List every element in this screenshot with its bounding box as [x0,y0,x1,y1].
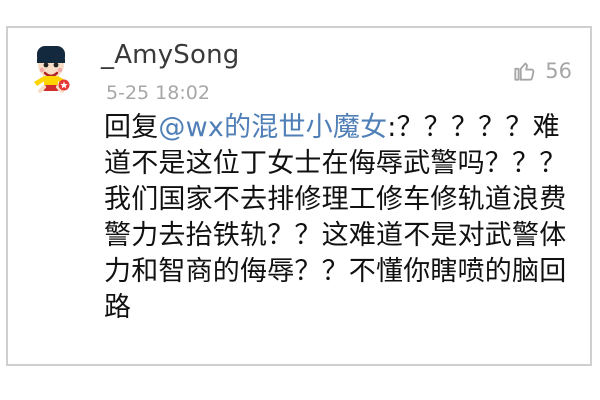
username[interactable]: _AmySong [101,40,240,70]
like-button[interactable]: 56 [511,56,572,86]
screenshot-page: _AmySong 5-25 18:02 56 回复@wx的混世小魔女:？？？？？… [0,0,600,400]
like-count: 56 [545,59,572,83]
comment-line-6: 路 [104,292,132,323]
comment-line-1: 回复@wx的混世小魔女:？？？？？难 [104,110,560,146]
timestamp: 5-25 18:02 [106,82,210,104]
mention-link[interactable]: @wx的混世小魔女 [158,112,387,143]
comment-line-1-rest: :？？？？？难 [387,112,560,143]
thumbs-up-icon [511,58,537,84]
comment-line-4: 警力去抬铁轨？？这难道不是对武警体 [104,220,567,251]
avatar[interactable] [22,36,80,94]
comment-line-2: 道不是这位丁女士在侮辱武警吗？？？ [104,148,567,179]
comment-text: 回复@wx的混世小魔女:？？？？？难 道不是这位丁女士在侮辱武警吗？？？ 我们国… [104,110,567,362]
comment-line-3: 我们国家不去排修理工修车修轨道浪费 [104,184,567,215]
reply-prefix: 回复 [104,112,159,143]
comment-line-5: 力和智商的侮辱？？不懂你瞎喷的脑回 [104,256,567,287]
